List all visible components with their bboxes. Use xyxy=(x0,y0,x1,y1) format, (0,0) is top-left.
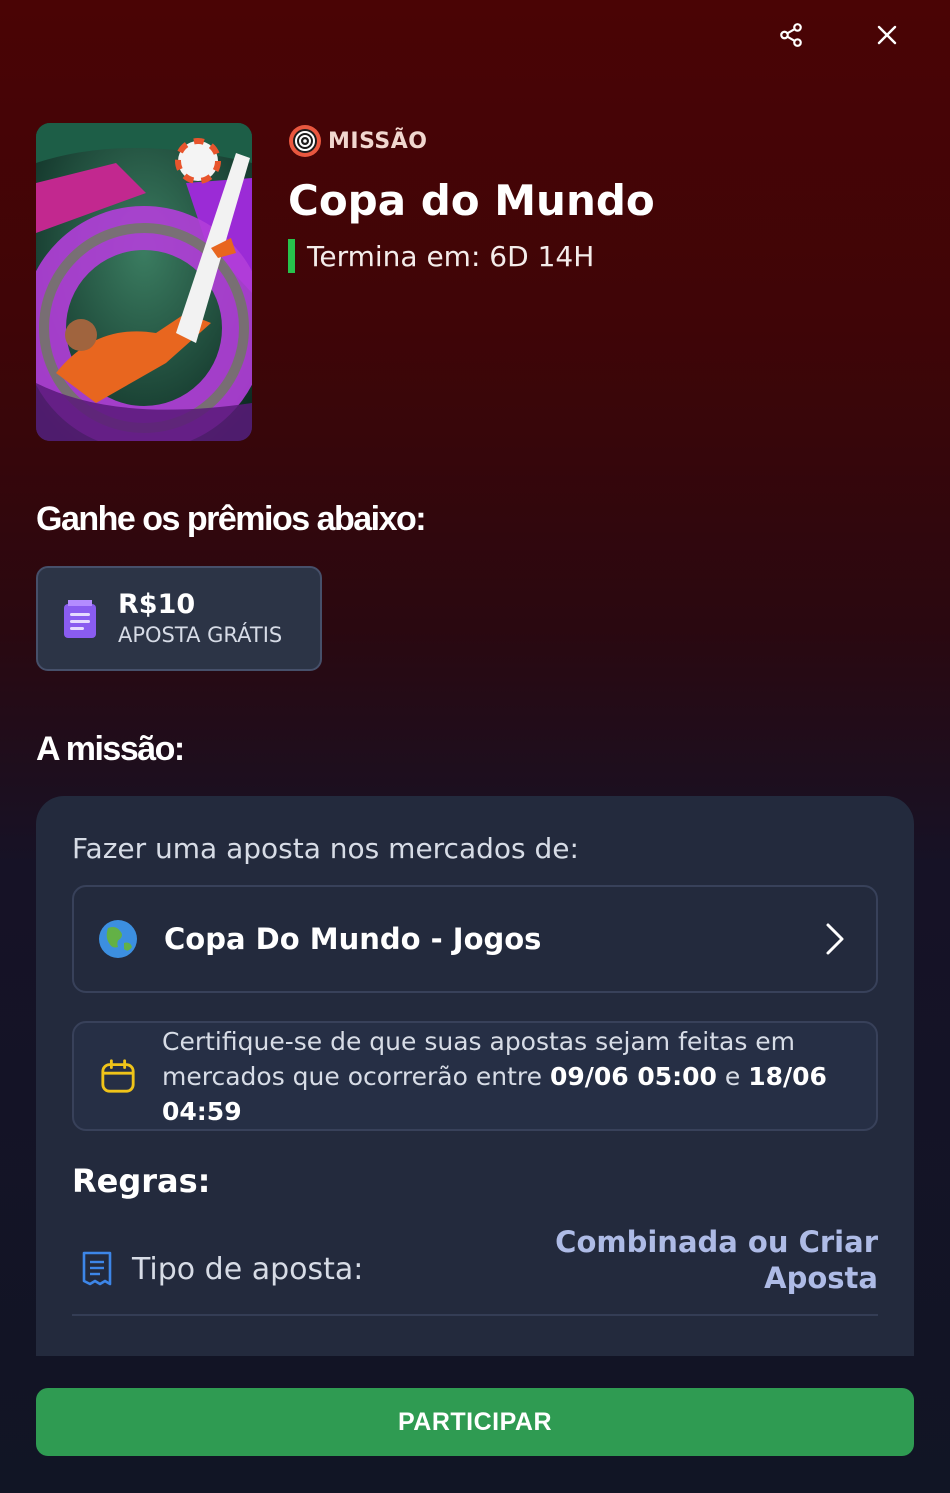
rule-value: Combinada ou Criar Aposta xyxy=(548,1224,878,1296)
mission-heading: A missão: xyxy=(36,730,185,768)
prize-amount: R$10 xyxy=(118,588,196,620)
mission-panel: Fazer uma aposta nos mercados de: Copa D… xyxy=(36,796,914,1356)
close-button[interactable] xyxy=(870,18,904,52)
countdown-label: Termina em: 6D 14H xyxy=(307,239,595,273)
rule-label: Tipo de aposta: xyxy=(132,1251,364,1287)
freebet-ticket-icon xyxy=(64,599,96,638)
rule-value-line-1: Combinada ou Criar xyxy=(555,1225,878,1259)
mission-badge: MISSÃO xyxy=(288,125,888,157)
mission-intro: Fazer uma aposta nos mercados de: xyxy=(72,832,579,865)
close-icon xyxy=(877,25,897,45)
notice-line-2-prefix: mercados que ocorrerão entre xyxy=(162,1061,542,1091)
date-notice-text: Certifique-se de que suas apostas sejam … xyxy=(162,1024,876,1129)
calendar-icon xyxy=(101,1059,135,1093)
rules-heading: Regras: xyxy=(72,1162,211,1200)
rule-value-line-2: Aposta xyxy=(764,1261,878,1295)
share-icon xyxy=(780,23,802,47)
mission-banner xyxy=(36,123,252,441)
prize-card: R$10 APOSTA GRÁTIS xyxy=(36,566,322,671)
mission-countdown: Termina em: 6D 14H xyxy=(288,239,888,273)
share-button[interactable] xyxy=(774,18,808,52)
globe-icon xyxy=(99,920,137,958)
market-label: Copa Do Mundo - Jogos xyxy=(164,922,542,956)
market-link[interactable]: Copa Do Mundo - Jogos xyxy=(72,885,878,993)
mission-badge-label: MISSÃO xyxy=(328,128,428,154)
prizes-heading: Ganhe os prêmios abaixo: xyxy=(36,500,427,538)
receipt-icon xyxy=(82,1251,112,1286)
target-icon xyxy=(289,125,321,157)
page-title: Copa do Mundo xyxy=(288,176,655,225)
prize-type: APOSTA GRÁTIS xyxy=(118,622,283,647)
notice-line-1: Certifique-se de que suas apostas sejam … xyxy=(162,1026,796,1056)
rule-row: Tipo de aposta: Combinada ou Criar Apost… xyxy=(72,1224,878,1316)
participate-button[interactable]: PARTICIPAR xyxy=(36,1388,914,1456)
chevron-right-icon xyxy=(826,923,844,955)
mission-banner-image xyxy=(36,123,252,441)
notice-connector: e xyxy=(724,1061,741,1091)
countdown-indicator xyxy=(288,239,295,273)
notice-start-date: 09/06 05:00 xyxy=(549,1061,717,1091)
date-notice: Certifique-se de que suas apostas sejam … xyxy=(72,1021,878,1131)
